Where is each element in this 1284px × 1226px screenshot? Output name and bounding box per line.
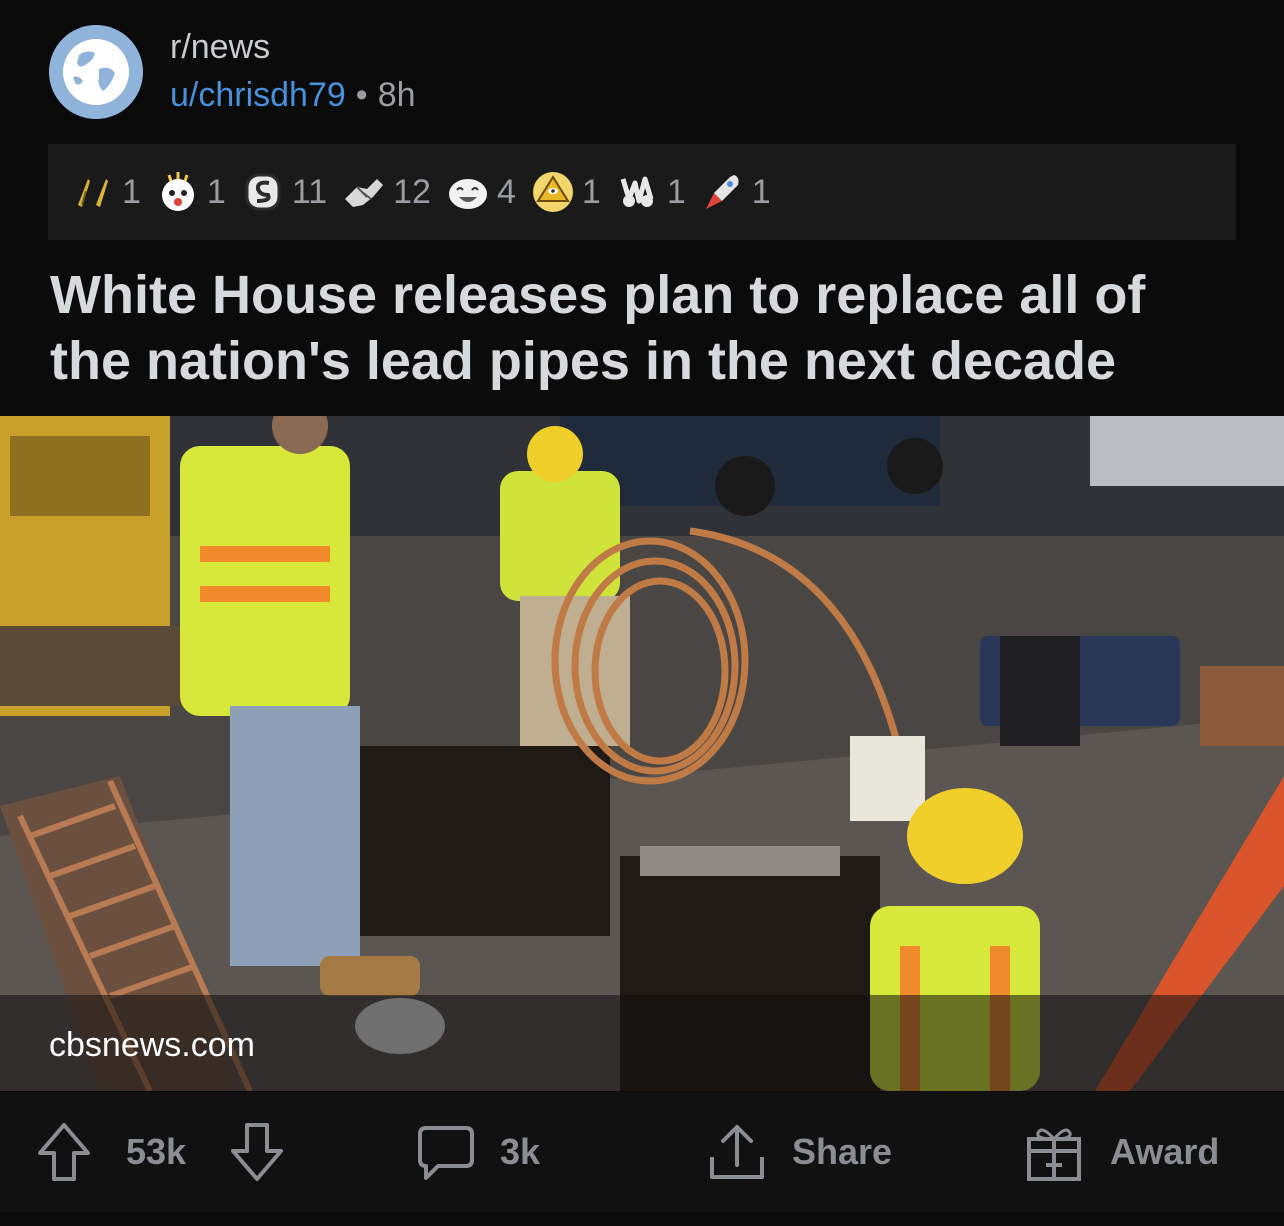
comment-bubble-icon: [418, 1126, 474, 1180]
link-preview-image[interactable]: [0, 416, 1284, 1091]
subreddit-avatar-globe-icon[interactable]: [49, 25, 143, 119]
snek-badge-icon: [245, 173, 281, 211]
upvote-button[interactable]: [36, 1092, 92, 1212]
award-button[interactable]: Award: [1024, 1092, 1219, 1212]
silver-feathers-icon: [78, 179, 108, 207]
award-bunny-hands[interactable]: 1: [615, 169, 686, 215]
post-header: r/news u/chrisdh79 • 8h: [0, 0, 1284, 140]
award-count: 12: [393, 172, 431, 211]
share-label: Share: [792, 1131, 893, 1172]
award-wholesome-surprise[interactable]: 1: [155, 169, 226, 215]
award-laughing[interactable]: 4: [445, 169, 516, 215]
award-count: 1: [666, 172, 686, 211]
award-count: 4: [496, 172, 516, 211]
award-handshake[interactable]: 12: [341, 169, 431, 215]
award-silver-feathers[interactable]: 1: [70, 169, 141, 215]
post-title[interactable]: White House releases plan to replace all…: [50, 262, 1240, 394]
pyramid-eye-icon: [532, 172, 573, 212]
award-rocket[interactable]: 1: [700, 169, 771, 215]
award-count: 1: [122, 172, 141, 211]
bunny-hands-icon: [620, 176, 654, 207]
share-button[interactable]: Share: [706, 1092, 892, 1212]
bottom-strip: [0, 1212, 1284, 1226]
share-icon: [710, 1125, 764, 1179]
vote-count: 53k: [126, 1131, 187, 1172]
award-count: 11: [291, 172, 328, 211]
handshake-icon: [345, 179, 384, 207]
award-pyramid[interactable]: 1: [530, 169, 601, 215]
post-meta: u/chrisdh79 • 8h: [170, 76, 416, 115]
gift-icon: [1027, 1128, 1081, 1181]
award-count: 1: [751, 172, 771, 211]
author-link[interactable]: u/chrisdh79: [170, 76, 346, 114]
award-count: 1: [581, 172, 601, 211]
downvote-arrow-icon[interactable]: [229, 1121, 285, 1183]
vote-score: 53k: [126, 1092, 186, 1212]
post-age: 8h: [377, 76, 416, 114]
laughing-face-icon: [448, 179, 487, 209]
subreddit-name[interactable]: r/news: [170, 28, 270, 67]
wholesome-surprise-icon: [161, 172, 194, 211]
comments-button[interactable]: 3k: [416, 1092, 540, 1212]
link-domain[interactable]: cbsnews.com: [49, 1026, 255, 1065]
downvote-button[interactable]: [229, 1092, 285, 1212]
award-snek[interactable]: 11: [240, 169, 327, 215]
award-label: Award: [1110, 1131, 1220, 1172]
upvote-arrow-icon[interactable]: [36, 1121, 92, 1183]
awards-bar[interactable]: 1 1 11 12 4 1 1 1: [48, 144, 1236, 240]
award-count: 1: [206, 172, 226, 211]
action-bar: 53k 3k Share Award: [0, 1092, 1284, 1212]
meta-separator: •: [355, 76, 368, 114]
comment-count: 3k: [500, 1131, 541, 1172]
rocket-icon: [705, 175, 739, 209]
